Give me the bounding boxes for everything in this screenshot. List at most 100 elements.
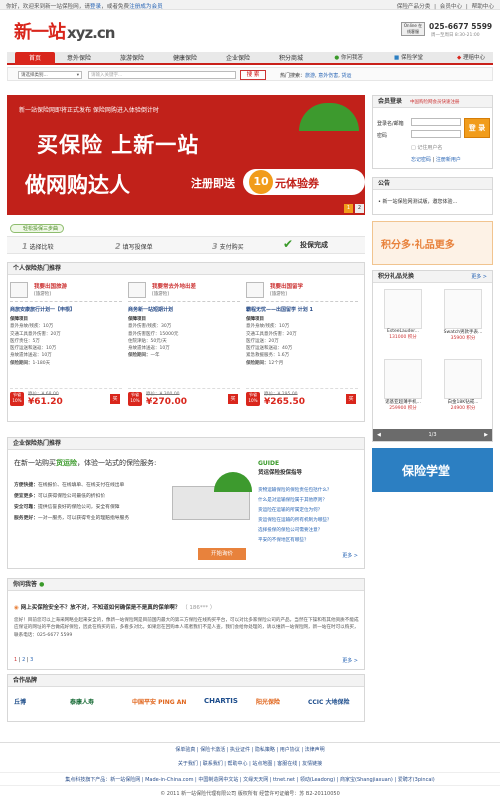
hot-link-accident[interactable]: 意外伤害 <box>318 73 338 79</box>
footer-partner-sites[interactable]: 集点科技旗下产品：新一站保险网 | Made-in-China.com | 中国… <box>0 772 500 786</box>
main-nav: 首页 意外保险 旅游保险 健康保险 企业保险 积分商城 ● 你问我答 ■ 保险学… <box>7 52 493 65</box>
guide-item[interactable]: 货运险在运输的所属定位为何？ <box>258 506 332 516</box>
coverage-line: 意外伤害医疗：15000元 <box>128 331 179 337</box>
login-link[interactable]: 登录 <box>90 4 101 10</box>
remember-checkbox[interactable]: □ 记住用户名 <box>411 144 442 151</box>
qa-page-2[interactable]: 2 <box>22 657 25 663</box>
forgot-password-link[interactable]: 忘记密码 <box>411 157 431 163</box>
partner-taikang[interactable]: 泰康人寿 <box>70 697 94 706</box>
nav-health[interactable]: 健康保险 <box>165 52 205 65</box>
gift-item[interactable]: 白金18K钻戒... 24900 积分 <box>437 359 489 421</box>
coverage-line: 紧急救援服务：1.6万 <box>246 353 290 359</box>
guide-item[interactable]: 什么是对运输保险属于其他原则？ <box>258 496 332 506</box>
coverage-line: 住院津贴：50元/天 <box>128 338 167 344</box>
guide-item[interactable]: 平安的不保地区有哪些？ <box>258 536 332 546</box>
enterprise-benefits: 方便快捷：在线报价、在线填单、在线支付在线出单 便宜更多：可以获得保险公司最低的… <box>14 480 129 524</box>
guide-title: 货运保险投保指导 <box>258 470 303 476</box>
coverage-line: 交通工具意外伤害：20万 <box>246 331 297 337</box>
nav-home[interactable]: 首页 <box>15 52 55 65</box>
buy-button[interactable]: 买 <box>346 394 356 404</box>
guide-item[interactable]: 货物运输保险的保险责任包括什么？ <box>258 486 332 496</box>
nav-claims[interactable]: ◆ 理赔中心 <box>457 52 485 65</box>
qa-page-3[interactable]: 3 <box>30 657 33 663</box>
username-input[interactable] <box>411 118 461 126</box>
gift-item[interactable]: 诺基亚超薄手机... 259900 积分 <box>377 359 429 421</box>
buy-button[interactable]: 买 <box>228 394 238 404</box>
gift-more-link[interactable]: 更多 > <box>471 271 487 283</box>
enterprise-more-link[interactable]: 更多 > <box>342 552 358 559</box>
partner-chartis[interactable]: CHARTIS <box>204 697 238 705</box>
product-name[interactable]: 商务新一站短期计划 <box>128 306 173 313</box>
partner-ccic[interactable]: CCIC 大地保险 <box>308 697 350 706</box>
card-header: 我要常去外地出差 [旅游险] <box>128 280 240 302</box>
login-button[interactable]: 登 录 <box>464 118 490 138</box>
qa-icon: ● <box>334 55 340 61</box>
product-card[interactable]: 我要常去外地出差 [旅游险] 商务新一站短期计划 保障项目 意外伤害/残疾：30万 意外伤… <box>128 280 240 407</box>
qa-more-link[interactable]: 更多 > <box>342 657 358 664</box>
hotline-hours: 周一至周日 8:30-21:00 <box>431 33 480 38</box>
coverage-line: 意外身故/残疾：10万 <box>10 324 54 330</box>
top-links: 保险产品分类 | 会员中心 | 帮助中心 <box>396 4 494 10</box>
register-link[interactable]: 注册成为会员 <box>129 4 163 10</box>
quote-button[interactable]: 开始询价 <box>198 548 246 560</box>
buy-button[interactable]: 买 <box>110 394 120 404</box>
gift-item[interactable]: Swatch男款手表... 35900 积分 <box>437 289 489 351</box>
category-select[interactable]: 请选择类别... ▾ <box>18 71 82 79</box>
logo[interactable]: 新一站 xyz.cn <box>14 18 115 44</box>
nav-accident[interactable]: 意外保险 <box>59 52 99 65</box>
guide-item[interactable]: 选择投保的保险公司需要注意？ <box>258 526 332 536</box>
card-title[interactable]: 我要出国旅游 <box>34 282 67 290</box>
banner-page-1[interactable]: 1 <box>344 204 353 213</box>
top-link-help[interactable]: 帮助中心 <box>472 4 494 10</box>
nav-travel[interactable]: 旅游保险 <box>112 52 152 65</box>
partner-chubb[interactable]: 丘博 <box>14 697 26 706</box>
card-header: 我要出国留学 [旅游险] <box>246 280 358 302</box>
partner-sunshine[interactable]: 阳光保险 <box>256 697 280 706</box>
search-button[interactable]: 搜 索 <box>240 70 266 80</box>
product-card[interactable]: 我要出国留学 [旅游险] 霸程无忧——出国留学 计划 1 保障项目 意外身故/残疾：10… <box>246 280 358 407</box>
partner-pingan[interactable]: 中国平安 PING AN <box>132 697 186 706</box>
check-icon: ✔ <box>283 237 294 251</box>
greeting: 你好，欢迎来到新一站保险网，请登录，或者免费注册成为会员 <box>6 4 163 10</box>
password-input[interactable] <box>411 130 461 138</box>
sale-price: ¥270.00 <box>146 397 187 407</box>
product-card[interactable]: 我要出国旅游 [旅游险] 商旅安康旅行计划一【申根】 保障项目 意外身故/残疾：10万交… <box>10 280 122 407</box>
coverage-list: 保障项目 意外身故/残疾：10万 交通工具意外伤害：20万 医疗运送：20万 医疗运送和… <box>246 316 297 367</box>
guide-item[interactable]: 货运保险在运输的所有机制为哪些？ <box>258 516 332 526</box>
hot-link-travel[interactable]: 旅游 <box>305 73 315 79</box>
card-tag: [旅游险] <box>152 292 170 297</box>
top-link-member[interactable]: 会员中心 <box>440 4 462 10</box>
prev-arrow-icon[interactable]: ◀ <box>377 429 381 441</box>
nav-points-mall[interactable]: 积分商城 <box>271 52 311 65</box>
search-bar: 请选择类别... ▾ 请输入关键字... 搜 索 热门搜索：旅游, 意外伤害, 货… <box>7 67 493 81</box>
notice-item[interactable]: • 新一站保险网测试版，邀您体验... <box>378 198 457 205</box>
gift-item[interactable]: EsteeLauder... 131000 积分 <box>377 289 429 351</box>
product-name[interactable]: 霸程无忧——出国留学 计划 1 <box>246 306 313 313</box>
footer-links-2[interactable]: 关于我们 | 联系我们 | 帮助中心 | 站点地图 | 客服在线 | 友情链接 <box>0 758 500 770</box>
nav-school[interactable]: ■ 保险学堂 <box>394 52 423 65</box>
hot-link-cargo[interactable]: 货运 <box>341 73 351 79</box>
coverage-line: 医疗运送：20万 <box>246 338 279 344</box>
qa-page-1[interactable]: 1 <box>14 657 17 663</box>
search-input[interactable]: 请输入关键字... <box>88 71 236 79</box>
top-link-products[interactable]: 保险产品分类 <box>397 4 431 10</box>
card-title[interactable]: 我要出国留学 <box>270 282 303 290</box>
insurance-school-text: 保险学堂 <box>402 464 451 478</box>
card-title[interactable]: 我要常去外地出差 <box>152 282 196 290</box>
product-name[interactable]: 商旅安康旅行计划一【申根】 <box>10 306 75 313</box>
hero-banner[interactable]: 新一站保险网即将正式发布 保险网购进入体验倒计时 买保险 上新一站 做网购达人 … <box>7 95 365 215</box>
banner-page-2[interactable]: 2 <box>355 204 364 213</box>
nav-enterprise[interactable]: 企业保险 <box>218 52 258 65</box>
qa-question[interactable]: ◉ 网上买保险安全不？放不对，不知道如何确保是不是真的保单啊？ （ 186***… <box>14 603 215 611</box>
price-bar: 节省 10% 原价：¥ 68.00 ¥61.20 买 <box>10 388 122 407</box>
footer-links-1[interactable]: 保单验真 | 保险卡激活 | 执业证件 | 隐私策略 | 用户协议 | 法律声明 <box>0 742 500 756</box>
signup-link[interactable]: 注册新用户 <box>436 157 461 163</box>
coverage-line: 医疗运送和送返：40万 <box>246 346 293 352</box>
hot-searches: 热门搜索：旅游, 意外伤害, 货运 <box>280 73 352 79</box>
online-service-badge[interactable]: Online 在线客服 <box>401 22 425 36</box>
step-1: 1 选择比较 <box>22 242 54 251</box>
points-promo-banner[interactable]: 积分多·礼品更多 <box>372 221 493 265</box>
next-arrow-icon[interactable]: ▶ <box>484 429 488 441</box>
insurance-school-banner[interactable]: 保险学堂 <box>372 448 493 492</box>
nav-qa[interactable]: ● 你问我答 <box>334 52 363 65</box>
